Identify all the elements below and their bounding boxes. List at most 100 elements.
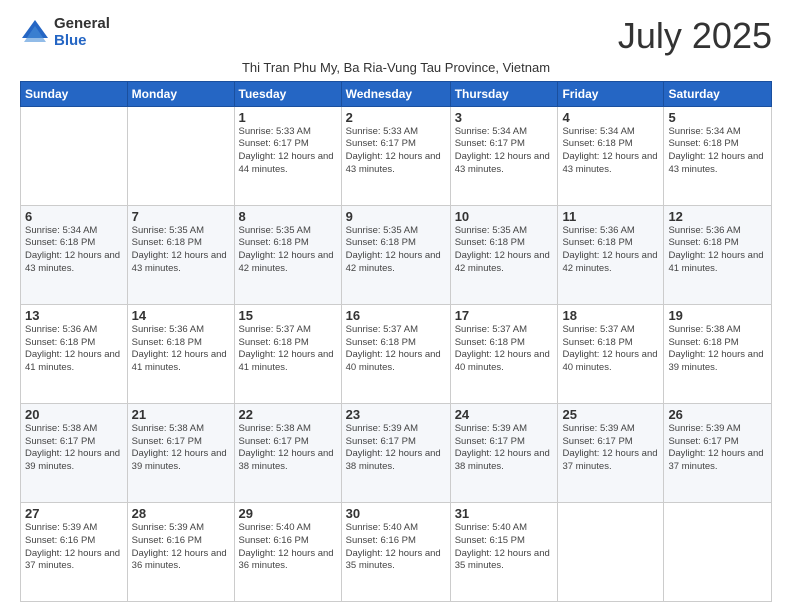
day-number: 6 — [25, 209, 123, 224]
day-number: 8 — [239, 209, 337, 224]
calendar-cell: 29Sunrise: 5:40 AM Sunset: 6:16 PM Dayli… — [234, 502, 341, 601]
day-number: 7 — [132, 209, 230, 224]
logo: General Blue — [20, 16, 110, 49]
subtitle: Thi Tran Phu My, Ba Ria-Vung Tau Provinc… — [20, 60, 772, 75]
calendar-cell: 27Sunrise: 5:39 AM Sunset: 6:16 PM Dayli… — [21, 502, 128, 601]
day-number: 27 — [25, 506, 123, 521]
calendar-cell: 4Sunrise: 5:34 AM Sunset: 6:18 PM Daylig… — [558, 106, 664, 205]
calendar-cell: 3Sunrise: 5:34 AM Sunset: 6:17 PM Daylig… — [450, 106, 558, 205]
day-number: 21 — [132, 407, 230, 422]
calendar-cell: 8Sunrise: 5:35 AM Sunset: 6:18 PM Daylig… — [234, 205, 341, 304]
calendar-cell: 14Sunrise: 5:36 AM Sunset: 6:18 PM Dayli… — [127, 304, 234, 403]
calendar-cell: 22Sunrise: 5:38 AM Sunset: 6:17 PM Dayli… — [234, 403, 341, 502]
day-number: 10 — [455, 209, 554, 224]
header-row: Sunday Monday Tuesday Wednesday Thursday… — [21, 81, 772, 106]
calendar-cell — [21, 106, 128, 205]
day-number: 18 — [562, 308, 659, 323]
day-number: 4 — [562, 110, 659, 125]
day-info: Sunrise: 5:36 AM Sunset: 6:18 PM Dayligh… — [668, 225, 767, 276]
day-number: 22 — [239, 407, 337, 422]
day-info: Sunrise: 5:33 AM Sunset: 6:17 PM Dayligh… — [239, 126, 337, 177]
day-number: 11 — [562, 209, 659, 224]
calendar-cell: 7Sunrise: 5:35 AM Sunset: 6:18 PM Daylig… — [127, 205, 234, 304]
day-info: Sunrise: 5:37 AM Sunset: 6:18 PM Dayligh… — [346, 324, 446, 375]
day-number: 14 — [132, 308, 230, 323]
col-tuesday: Tuesday — [234, 81, 341, 106]
day-info: Sunrise: 5:37 AM Sunset: 6:18 PM Dayligh… — [562, 324, 659, 375]
calendar-cell: 24Sunrise: 5:39 AM Sunset: 6:17 PM Dayli… — [450, 403, 558, 502]
calendar-cell: 9Sunrise: 5:35 AM Sunset: 6:18 PM Daylig… — [341, 205, 450, 304]
day-info: Sunrise: 5:34 AM Sunset: 6:18 PM Dayligh… — [562, 126, 659, 177]
day-info: Sunrise: 5:35 AM Sunset: 6:18 PM Dayligh… — [239, 225, 337, 276]
calendar-cell: 10Sunrise: 5:35 AM Sunset: 6:18 PM Dayli… — [450, 205, 558, 304]
day-info: Sunrise: 5:34 AM Sunset: 6:18 PM Dayligh… — [25, 225, 123, 276]
logo-blue: Blue — [54, 33, 110, 50]
day-info: Sunrise: 5:40 AM Sunset: 6:15 PM Dayligh… — [455, 522, 554, 573]
calendar-cell: 5Sunrise: 5:34 AM Sunset: 6:18 PM Daylig… — [664, 106, 772, 205]
calendar-week-4: 20Sunrise: 5:38 AM Sunset: 6:17 PM Dayli… — [21, 403, 772, 502]
day-info: Sunrise: 5:40 AM Sunset: 6:16 PM Dayligh… — [346, 522, 446, 573]
calendar-cell — [558, 502, 664, 601]
calendar-week-3: 13Sunrise: 5:36 AM Sunset: 6:18 PM Dayli… — [21, 304, 772, 403]
day-number: 9 — [346, 209, 446, 224]
day-number: 17 — [455, 308, 554, 323]
col-sunday: Sunday — [21, 81, 128, 106]
calendar-week-5: 27Sunrise: 5:39 AM Sunset: 6:16 PM Dayli… — [21, 502, 772, 601]
day-number: 5 — [668, 110, 767, 125]
day-number: 15 — [239, 308, 337, 323]
day-info: Sunrise: 5:35 AM Sunset: 6:18 PM Dayligh… — [455, 225, 554, 276]
calendar-cell — [127, 106, 234, 205]
day-number: 16 — [346, 308, 446, 323]
calendar-cell: 13Sunrise: 5:36 AM Sunset: 6:18 PM Dayli… — [21, 304, 128, 403]
calendar-cell: 26Sunrise: 5:39 AM Sunset: 6:17 PM Dayli… — [664, 403, 772, 502]
calendar-cell: 16Sunrise: 5:37 AM Sunset: 6:18 PM Dayli… — [341, 304, 450, 403]
day-number: 13 — [25, 308, 123, 323]
day-number: 19 — [668, 308, 767, 323]
day-number: 29 — [239, 506, 337, 521]
day-number: 1 — [239, 110, 337, 125]
calendar-cell: 12Sunrise: 5:36 AM Sunset: 6:18 PM Dayli… — [664, 205, 772, 304]
day-number: 2 — [346, 110, 446, 125]
calendar-cell: 25Sunrise: 5:39 AM Sunset: 6:17 PM Dayli… — [558, 403, 664, 502]
calendar-week-2: 6Sunrise: 5:34 AM Sunset: 6:18 PM Daylig… — [21, 205, 772, 304]
calendar-cell: 6Sunrise: 5:34 AM Sunset: 6:18 PM Daylig… — [21, 205, 128, 304]
logo-text: General Blue — [54, 16, 110, 49]
calendar-cell: 15Sunrise: 5:37 AM Sunset: 6:18 PM Dayli… — [234, 304, 341, 403]
day-number: 12 — [668, 209, 767, 224]
day-info: Sunrise: 5:39 AM Sunset: 6:17 PM Dayligh… — [346, 423, 446, 474]
calendar-cell: 20Sunrise: 5:38 AM Sunset: 6:17 PM Dayli… — [21, 403, 128, 502]
day-number: 26 — [668, 407, 767, 422]
day-info: Sunrise: 5:34 AM Sunset: 6:18 PM Dayligh… — [668, 126, 767, 177]
day-info: Sunrise: 5:38 AM Sunset: 6:17 PM Dayligh… — [25, 423, 123, 474]
day-number: 23 — [346, 407, 446, 422]
calendar-cell: 28Sunrise: 5:39 AM Sunset: 6:16 PM Dayli… — [127, 502, 234, 601]
col-thursday: Thursday — [450, 81, 558, 106]
calendar-cell: 23Sunrise: 5:39 AM Sunset: 6:17 PM Dayli… — [341, 403, 450, 502]
day-info: Sunrise: 5:39 AM Sunset: 6:16 PM Dayligh… — [25, 522, 123, 573]
day-info: Sunrise: 5:37 AM Sunset: 6:18 PM Dayligh… — [239, 324, 337, 375]
calendar-table: Sunday Monday Tuesday Wednesday Thursday… — [20, 81, 772, 602]
calendar-cell: 11Sunrise: 5:36 AM Sunset: 6:18 PM Dayli… — [558, 205, 664, 304]
day-info: Sunrise: 5:36 AM Sunset: 6:18 PM Dayligh… — [25, 324, 123, 375]
day-info: Sunrise: 5:35 AM Sunset: 6:18 PM Dayligh… — [132, 225, 230, 276]
col-wednesday: Wednesday — [341, 81, 450, 106]
day-number: 3 — [455, 110, 554, 125]
day-number: 28 — [132, 506, 230, 521]
calendar-cell: 19Sunrise: 5:38 AM Sunset: 6:18 PM Dayli… — [664, 304, 772, 403]
day-info: Sunrise: 5:36 AM Sunset: 6:18 PM Dayligh… — [562, 225, 659, 276]
day-info: Sunrise: 5:34 AM Sunset: 6:17 PM Dayligh… — [455, 126, 554, 177]
day-info: Sunrise: 5:35 AM Sunset: 6:18 PM Dayligh… — [346, 225, 446, 276]
logo-general: General — [54, 16, 110, 33]
col-saturday: Saturday — [664, 81, 772, 106]
day-info: Sunrise: 5:36 AM Sunset: 6:18 PM Dayligh… — [132, 324, 230, 375]
calendar-cell — [664, 502, 772, 601]
day-info: Sunrise: 5:39 AM Sunset: 6:17 PM Dayligh… — [455, 423, 554, 474]
col-monday: Monday — [127, 81, 234, 106]
day-info: Sunrise: 5:40 AM Sunset: 6:16 PM Dayligh… — [239, 522, 337, 573]
header: General Blue July 2025 — [20, 16, 772, 56]
calendar-cell: 30Sunrise: 5:40 AM Sunset: 6:16 PM Dayli… — [341, 502, 450, 601]
day-number: 25 — [562, 407, 659, 422]
calendar-cell: 18Sunrise: 5:37 AM Sunset: 6:18 PM Dayli… — [558, 304, 664, 403]
day-number: 30 — [346, 506, 446, 521]
col-friday: Friday — [558, 81, 664, 106]
